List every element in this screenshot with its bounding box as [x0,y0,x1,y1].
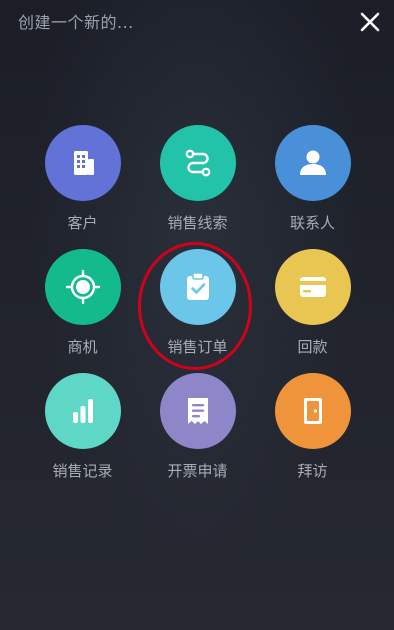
icon-circle [44,373,121,449]
option-label: 销售线索 [167,214,228,232]
close-icon [360,12,380,32]
person-icon [299,150,326,175]
create-customer-option[interactable]: 客户 [25,125,140,249]
option-label: 联系人 [289,214,335,232]
close-button[interactable] [356,8,384,36]
icon-circle [159,125,236,201]
bar-chart-icon [72,399,93,423]
route-icon [185,149,210,177]
create-payment-option[interactable]: 回款 [255,249,370,373]
option-label: 回款 [297,338,328,356]
create-visit-option[interactable]: 拜访 [255,373,370,497]
option-label: 销售订单 [167,338,228,356]
building-icon [73,151,94,175]
create-invoice-request-option[interactable]: 开票申请 [140,373,255,497]
icon-circle [159,373,236,449]
option-label: 商机 [67,338,98,356]
create-sales-order-option[interactable]: 销售订单 [140,249,255,373]
clipboard-check-icon [186,272,209,300]
create-options-grid: 客户 销售线索 联系人 商机 销售订单 回款 销售记录 开票申请 拜访 [25,125,369,497]
card-icon [299,277,326,297]
option-label: 拜访 [297,462,328,480]
target-icon [65,269,100,305]
receipt-icon [187,398,208,424]
icon-circle [159,249,236,325]
icon-circle [274,249,351,325]
option-label: 客户 [67,214,98,232]
create-sales-record-option[interactable]: 销售记录 [25,373,140,497]
create-contact-option[interactable]: 联系人 [255,125,370,249]
create-sales-lead-option[interactable]: 销售线索 [140,125,255,249]
create-menu-overlay: 创建一个新的... 客户 销售线索 联系人 商机 销售订单 回款 销售记录 开票… [0,0,394,630]
option-label: 开票申请 [167,462,228,480]
page-title: 创建一个新的... [18,13,134,32]
icon-circle [44,125,121,201]
option-label: 销售记录 [52,462,113,480]
icon-circle [44,249,121,325]
create-opportunity-option[interactable]: 商机 [25,249,140,373]
icon-circle [274,373,351,449]
door-icon [303,398,322,424]
icon-circle [274,125,351,201]
